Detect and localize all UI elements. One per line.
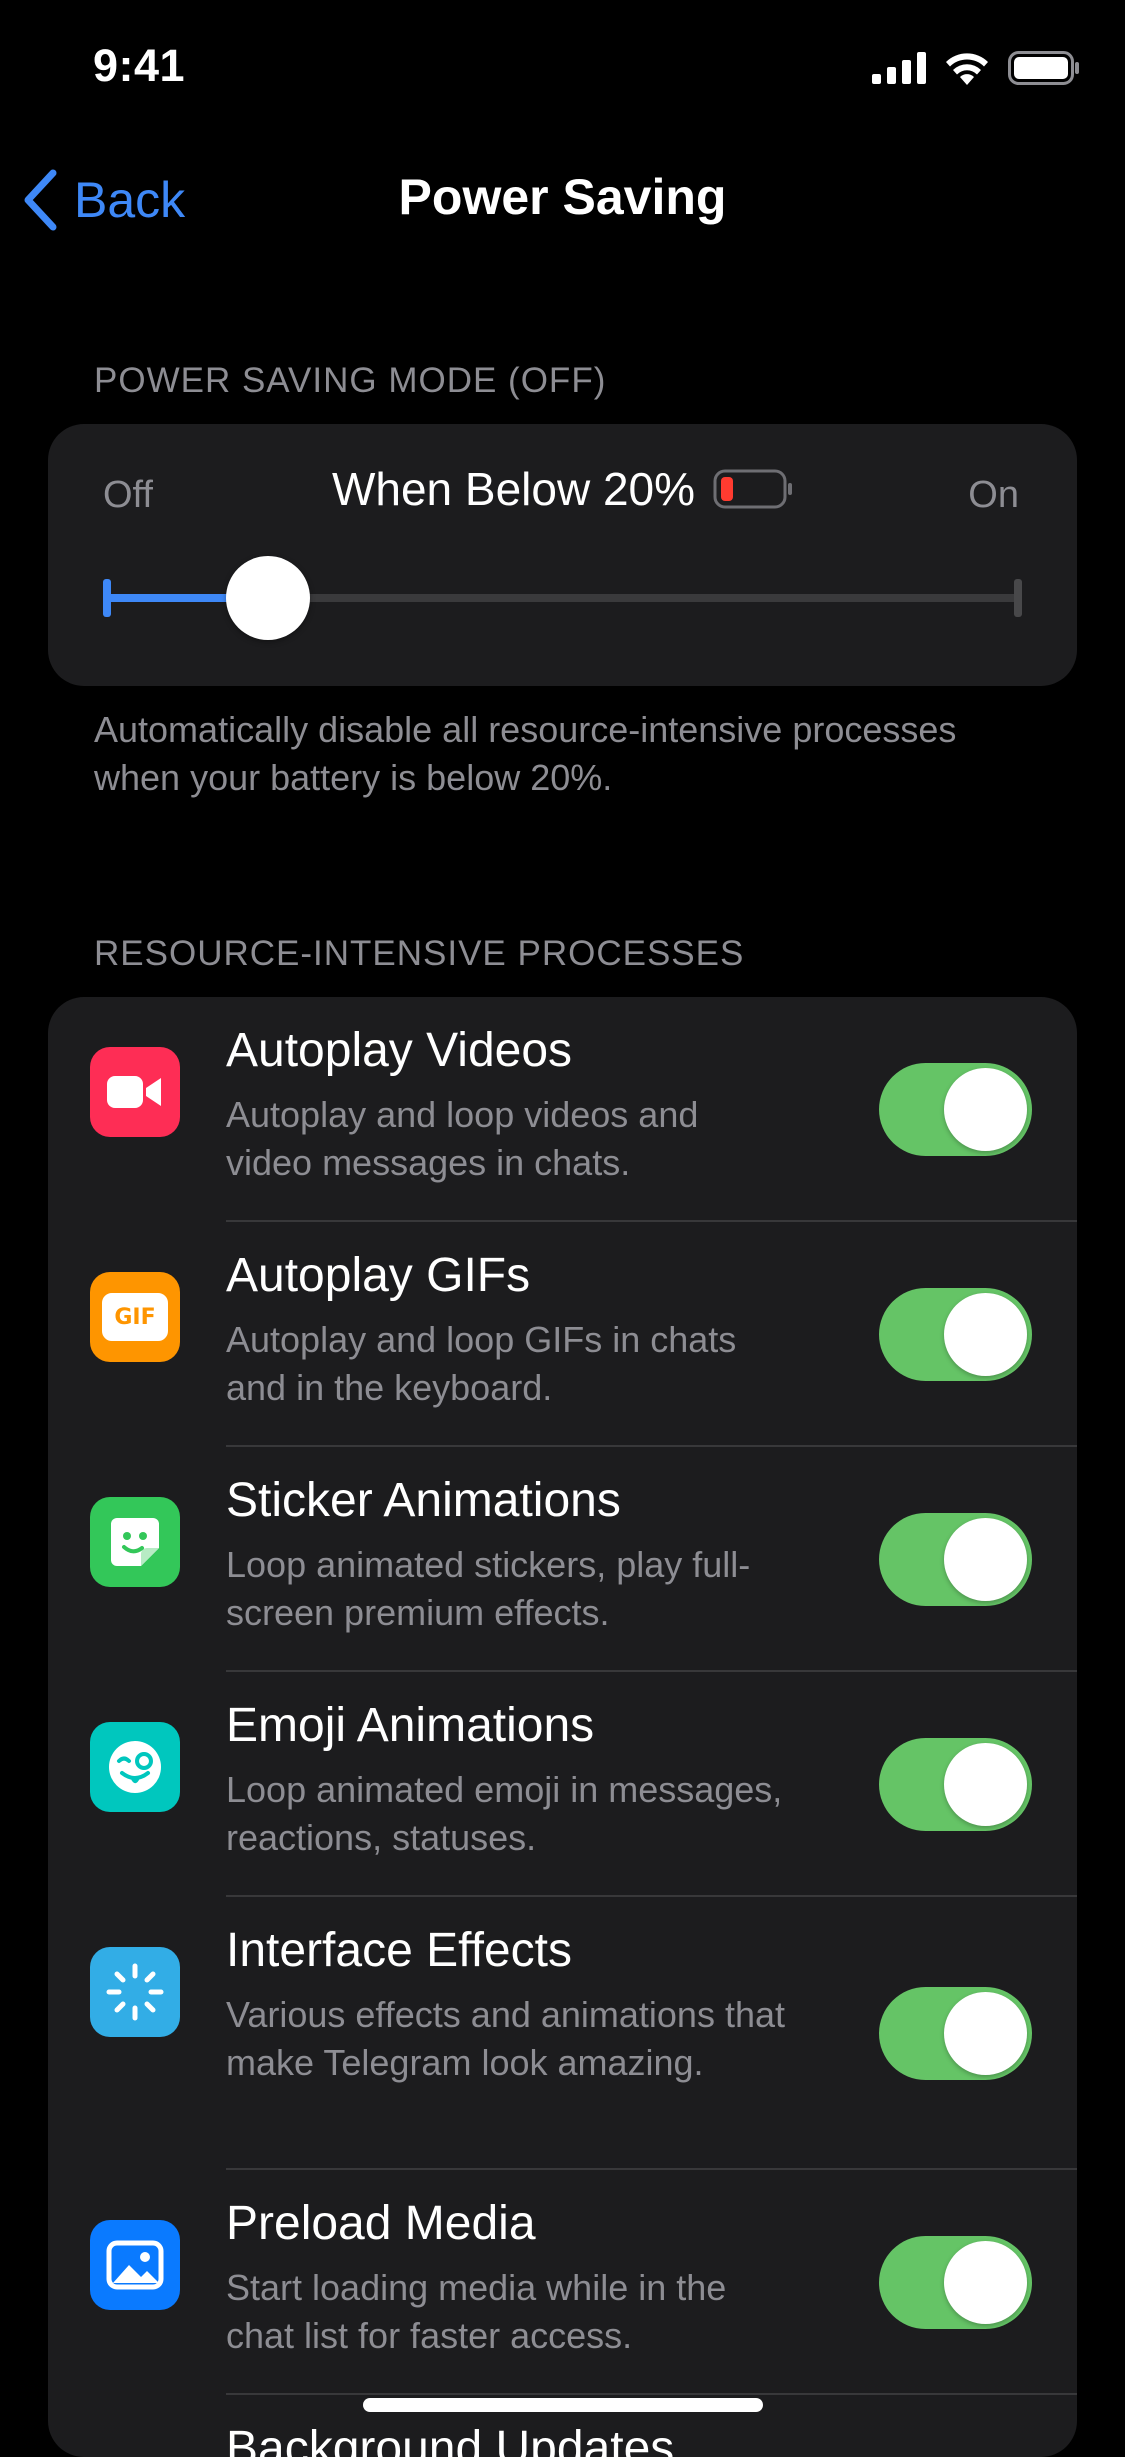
setting-row-autoplay-videos[interactable]: Autoplay Videos Autoplay and loop videos…: [48, 997, 1077, 1222]
gif-icon: GIF: [102, 1293, 168, 1341]
setting-subtitle: Autoplay and loop GIFs in chats and in t…: [226, 1319, 737, 1408]
power-saving-card: Off When Below 20% On: [48, 424, 1077, 686]
setting-subtitle: Loop animated emoji in messages, reactio…: [226, 1769, 783, 1858]
toggle-knob: [944, 1518, 1027, 1601]
toggle-knob: [944, 2241, 1027, 2324]
page-title: Power Saving: [398, 169, 727, 225]
autoplay-videos-toggle[interactable]: [879, 1063, 1032, 1156]
sparkle-icon: [106, 1963, 164, 2021]
toggle-knob: [944, 1068, 1027, 1151]
slider-min-tick: [103, 579, 111, 617]
power-saving-section-header: POWER SAVING MODE (OFF): [94, 361, 607, 400]
status-icons: [872, 48, 1080, 88]
emoji-icon: [109, 1741, 161, 1793]
emoji-animations-toggle[interactable]: [879, 1738, 1032, 1831]
gif-icon-text: GIF: [114, 1304, 156, 1330]
sticker-animations-icon-tile: [90, 1497, 180, 1587]
processes-card: Autoplay Videos Autoplay and loop videos…: [48, 997, 1077, 2457]
sticker-animations-toggle[interactable]: [879, 1513, 1032, 1606]
setting-row-interface-effects[interactable]: Interface Effects Various effects and an…: [48, 1897, 1077, 2170]
toggle-knob: [944, 1743, 1027, 1826]
status-time: 9:41: [93, 40, 186, 91]
setting-row-autoplay-gifs[interactable]: GIF Autoplay GIFs Autoplay and loop GIFs…: [48, 1222, 1077, 1447]
autoplay-gifs-toggle[interactable]: [879, 1288, 1032, 1381]
slider-max-tick: [1014, 579, 1022, 617]
battery-icon: [1008, 51, 1079, 85]
image-icon: [106, 2240, 164, 2290]
setting-subtitle: Loop animated stickers, play full-screen…: [226, 1544, 751, 1633]
setting-title: Interface Effects: [226, 1924, 572, 1977]
setting-title: Preload Media: [226, 2197, 536, 2250]
autoplay-videos-icon-tile: [90, 1047, 180, 1137]
sticker-icon: [111, 1518, 159, 1566]
setting-title: Emoji Animations: [226, 1699, 595, 1752]
autoplay-gifs-icon-tile: GIF: [90, 1272, 180, 1362]
slider-thumb[interactable]: [226, 556, 311, 640]
setting-subtitle: Autoplay and loop videos and video messa…: [226, 1094, 699, 1183]
setting-title: Autoplay GIFs: [226, 1249, 531, 1302]
setting-row-sticker-animations[interactable]: Sticker Animations Loop animated sticker…: [48, 1447, 1077, 1672]
interface-effects-icon-tile: [90, 1947, 180, 2037]
preload-media-toggle[interactable]: [879, 2236, 1032, 2329]
setting-subtitle: Various effects and animations that make…: [226, 1994, 786, 2083]
threshold-label: When Below 20%: [331, 463, 696, 515]
setting-row-emoji-animations[interactable]: Emoji Animations Loop animated emoji in …: [48, 1672, 1077, 1897]
signal-icon: [872, 52, 926, 84]
setting-title: Autoplay Videos: [226, 1024, 573, 1077]
wifi-icon: [946, 53, 988, 85]
setting-subtitle: Start loading media while in the chat li…: [226, 2267, 727, 2356]
toggle-knob: [944, 1992, 1027, 2075]
slider-on-label: On: [968, 474, 1019, 516]
power-saving-footer: Automatically disable all resource-inten…: [94, 709, 957, 798]
interface-effects-toggle[interactable]: [879, 1987, 1032, 2080]
video-camera-icon: [107, 1076, 161, 1108]
low-battery-icon: [713, 469, 793, 509]
emoji-animations-icon-tile: [90, 1722, 180, 1812]
home-indicator: [363, 2398, 763, 2412]
toggle-knob: [944, 1293, 1027, 1376]
setting-row-preload-media[interactable]: Preload Media Start loading media while …: [48, 2170, 1077, 2395]
threshold-label-group: When Below 20%: [48, 462, 1077, 516]
setting-title: Sticker Animations: [226, 1474, 621, 1527]
processes-section-header: RESOURCE-INTENSIVE PROCESSES: [94, 934, 745, 973]
setting-title: Background Updates: [226, 2422, 675, 2457]
preload-media-icon-tile: [90, 2220, 180, 2310]
